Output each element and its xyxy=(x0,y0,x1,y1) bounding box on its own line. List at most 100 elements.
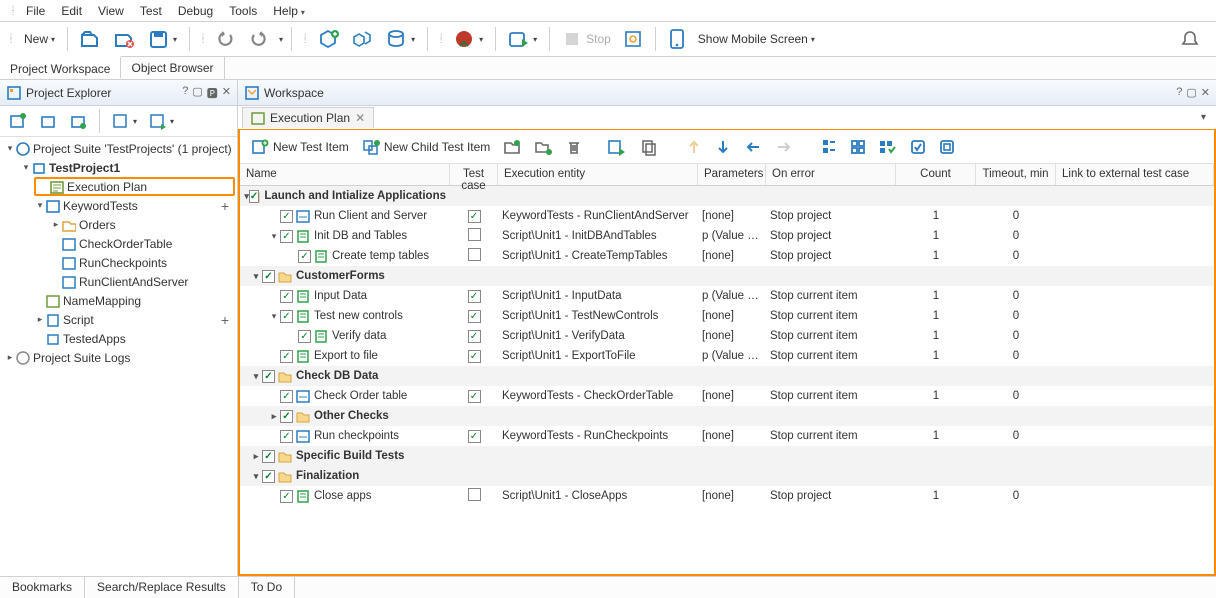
menu-tools[interactable]: Tools xyxy=(221,2,265,20)
add-icon[interactable]: + xyxy=(221,198,229,214)
expand-icon[interactable]: ▾ xyxy=(250,271,262,282)
expand-icon[interactable]: ▸ xyxy=(250,451,262,462)
pe-btn-4[interactable]: ▾ xyxy=(108,109,141,133)
indent-icon[interactable] xyxy=(770,136,798,158)
testcase-checkbox[interactable] xyxy=(468,390,481,403)
row-checkbox[interactable] xyxy=(280,310,293,323)
grid-group-row[interactable]: ▾Launch and Intialize Applications xyxy=(240,186,1214,206)
row-checkbox[interactable] xyxy=(280,430,293,443)
row-checkbox[interactable] xyxy=(298,250,311,263)
testcase-checkbox[interactable] xyxy=(468,330,481,343)
testcase-checkbox[interactable] xyxy=(468,430,481,443)
grid-item-row[interactable]: Run Client and ServerKeywordTests - RunC… xyxy=(240,206,1214,226)
redo-icon[interactable] xyxy=(244,26,272,52)
row-checkbox[interactable] xyxy=(280,410,293,423)
add-cubes-icon[interactable] xyxy=(348,26,378,52)
new-button[interactable]: New▾ xyxy=(20,29,59,49)
window-icon[interactable]: ▢ xyxy=(1186,86,1196,99)
tree-runcheckpoints[interactable]: RunCheckpoints xyxy=(50,253,235,272)
grid-item-row[interactable]: Export to fileScript\Unit1 - ExportToFil… xyxy=(240,346,1214,366)
tree-namemapping[interactable]: NameMapping xyxy=(34,291,235,310)
tab-overflow-icon[interactable]: ▾ xyxy=(1201,112,1206,123)
project-tree[interactable]: ▾ Project Suite 'TestProjects' (1 projec… xyxy=(0,137,237,576)
grid-item-row[interactable]: Create temp tablesScript\Unit1 - CreateT… xyxy=(240,246,1214,266)
save-icon[interactable]: ▾ xyxy=(144,26,181,52)
help-icon[interactable]: ? xyxy=(1176,86,1182,99)
db-icon[interactable]: ▾ xyxy=(382,26,419,52)
workspace-tab-execution-plan[interactable]: Execution Plan ✕ xyxy=(242,107,374,128)
row-checkbox[interactable] xyxy=(280,230,293,243)
tree-keywordtests[interactable]: ▾ KeywordTests + xyxy=(34,196,235,215)
grid-group-row[interactable]: ▸Other Checks xyxy=(240,406,1214,426)
col-parameters[interactable]: Parameters xyxy=(698,164,766,185)
menu-view[interactable]: View xyxy=(90,2,132,20)
row-checkbox[interactable] xyxy=(249,190,259,203)
new-test-item-button[interactable]: New Test Item xyxy=(246,135,354,159)
expand-icon[interactable]: ▾ xyxy=(268,311,280,322)
col-onerror[interactable]: On error xyxy=(766,164,896,185)
grid-group-row[interactable]: ▾Check DB Data xyxy=(240,366,1214,386)
close-icon[interactable]: ✕ xyxy=(1201,86,1210,99)
open-icon[interactable] xyxy=(76,26,106,52)
pe-btn-1[interactable] xyxy=(5,109,31,133)
menu-help[interactable]: Help xyxy=(265,2,313,20)
pin-icon[interactable]: 🅿 xyxy=(207,85,218,101)
row-checkbox[interactable] xyxy=(298,330,311,343)
menu-test[interactable]: Test xyxy=(132,2,170,20)
grid-group-row[interactable]: ▸Specific Build Tests xyxy=(240,446,1214,466)
tree-runclientandserver[interactable]: RunClientAndServer xyxy=(50,272,235,291)
add-icon[interactable]: + xyxy=(221,312,229,328)
run-icon[interactable]: ▾ xyxy=(504,26,541,52)
check-grid-icon[interactable] xyxy=(874,136,902,158)
pe-btn-2[interactable] xyxy=(35,109,61,133)
show-mobile-button[interactable]: Show Mobile Screen▾ xyxy=(694,29,819,49)
record-icon[interactable]: ▾ xyxy=(450,26,487,52)
tree-checkordertable[interactable]: CheckOrderTable xyxy=(50,234,235,253)
target-icon[interactable] xyxy=(619,26,647,52)
outdent-icon[interactable] xyxy=(739,136,767,158)
grid-item-row[interactable]: Close appsScript\Unit1 - CloseApps[none]… xyxy=(240,486,1214,506)
row-checkbox[interactable] xyxy=(262,470,275,483)
testcase-checkbox[interactable] xyxy=(468,290,481,303)
tree-orders[interactable]: ▸Orders xyxy=(50,215,235,234)
pe-btn-3[interactable] xyxy=(65,109,91,133)
tab-todo[interactable]: To Do xyxy=(239,577,295,598)
mobile-icon[interactable] xyxy=(664,25,690,53)
menu-debug[interactable]: Debug xyxy=(170,2,221,20)
testcase-checkbox[interactable] xyxy=(468,248,481,261)
expand-icon[interactable]: ▸ xyxy=(268,411,280,422)
add-folder-icon[interactable] xyxy=(498,135,526,159)
uncheck-all-icon[interactable] xyxy=(934,136,960,158)
checklist-icon[interactable] xyxy=(816,135,842,159)
menu-edit[interactable]: Edit xyxy=(53,2,90,20)
pe-btn-5[interactable]: ▾ xyxy=(145,109,178,133)
testcase-checkbox[interactable] xyxy=(468,228,481,241)
execution-plan-grid[interactable]: Name Test case Execution entity Paramete… xyxy=(240,164,1214,574)
grid-icon[interactable] xyxy=(845,136,871,158)
col-count[interactable]: Count xyxy=(896,164,976,185)
tree-testedapps[interactable]: TestedApps xyxy=(34,329,235,348)
expand-icon[interactable]: ▾ xyxy=(268,231,280,242)
col-entity[interactable]: Execution entity xyxy=(498,164,698,185)
menu-file[interactable]: File xyxy=(18,2,53,20)
row-checkbox[interactable] xyxy=(262,270,275,283)
grid-group-row[interactable]: ▾CustomerForms xyxy=(240,266,1214,286)
grid-item-row[interactable]: ▾Test new controlsScript\Unit1 - TestNew… xyxy=(240,306,1214,326)
tab-bookmarks[interactable]: Bookmarks xyxy=(0,577,85,598)
row-checkbox[interactable] xyxy=(280,490,293,503)
row-checkbox[interactable] xyxy=(262,450,275,463)
grid-item-row[interactable]: Input DataScript\Unit1 - InputDatap (Val… xyxy=(240,286,1214,306)
help-icon[interactable]: ? xyxy=(182,85,188,101)
close-project-icon[interactable] xyxy=(110,26,140,52)
testcase-checkbox[interactable] xyxy=(468,488,481,501)
notifications-icon[interactable] xyxy=(1180,29,1200,49)
tree-suite-logs[interactable]: ▸ Project Suite Logs xyxy=(2,348,235,367)
row-checkbox[interactable] xyxy=(280,350,293,363)
grid-item-row[interactable]: Check Order tableKeywordTests - CheckOrd… xyxy=(240,386,1214,406)
col-name[interactable]: Name xyxy=(240,164,450,185)
grid-item-row[interactable]: Verify dataScript\Unit1 - VerifyData[non… xyxy=(240,326,1214,346)
tree-suite[interactable]: ▾ Project Suite 'TestProjects' (1 projec… xyxy=(2,139,235,158)
copy-icon[interactable] xyxy=(635,135,663,159)
add-cube-icon[interactable] xyxy=(314,26,344,52)
tab-project-workspace[interactable]: Project Workspace xyxy=(0,56,121,78)
